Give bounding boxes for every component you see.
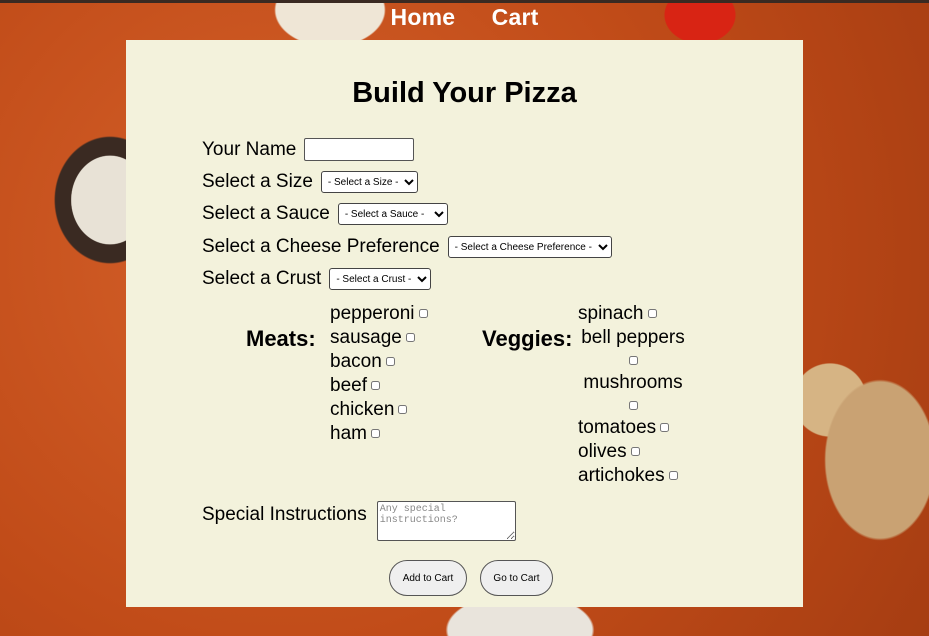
meat-label: sausage — [330, 327, 402, 348]
add-to-cart-button[interactable]: Add to Cart — [389, 560, 467, 596]
artichokes-checkbox[interactable] — [668, 471, 678, 481]
ham-checkbox[interactable] — [370, 429, 380, 439]
name-row: Your Name — [202, 138, 415, 161]
sausage-checkbox[interactable] — [405, 333, 415, 343]
size-select[interactable]: - Select a Size - — [320, 171, 418, 193]
cheese-row: Select a Cheese Preference - Select a Ch… — [202, 236, 612, 258]
cheese-label: Select a Cheese Preference — [202, 236, 440, 257]
veggies-title: Veggies: — [482, 326, 573, 351]
pizza-form-panel: Build Your Pizza Your Name Select a Size… — [126, 40, 803, 607]
veggies-list: spinach bell peppers mushrooms tomatoes … — [578, 302, 688, 488]
meats-title: Meats: — [246, 326, 316, 351]
crust-label: Select a Crust — [202, 268, 322, 289]
meat-item-chicken: chicken — [330, 398, 428, 422]
size-label: Select a Size — [202, 171, 313, 192]
bacon-checkbox[interactable] — [385, 357, 395, 367]
crust-select[interactable]: - Select a Crust - — [329, 268, 432, 290]
veggie-item-olives: olives — [578, 440, 688, 464]
pepperoni-checkbox[interactable] — [418, 309, 428, 319]
meat-item-beef: beef — [330, 374, 428, 398]
meat-label: pepperoni — [330, 303, 415, 324]
crust-row: Select a Crust - Select a Crust - — [202, 268, 432, 290]
meat-item-sausage: sausage — [330, 326, 428, 350]
bell-peppers-checkbox[interactable] — [628, 356, 638, 365]
meat-item-pepperoni: pepperoni — [330, 302, 428, 326]
meat-label: ham — [330, 423, 367, 444]
veggie-item-bell-peppers: bell peppers — [578, 326, 688, 365]
name-label: Your Name — [202, 138, 297, 160]
veggie-label: olives — [578, 441, 627, 462]
chicken-checkbox[interactable] — [398, 405, 408, 415]
veggie-label: artichokes — [578, 465, 665, 486]
meat-item-ham: ham — [330, 422, 428, 446]
special-instructions-label: Special Instructions — [202, 504, 367, 525]
sauce-label: Select a Sauce — [202, 203, 330, 224]
size-row: Select a Size - Select a Size - — [202, 171, 418, 193]
veggie-label: spinach — [578, 303, 644, 324]
veggie-item-artichokes: artichokes — [578, 464, 688, 488]
top-nav: Home Cart — [0, 4, 929, 31]
name-input[interactable] — [304, 138, 415, 161]
veggie-label: mushrooms — [583, 372, 683, 393]
sauce-row: Select a Sauce - Select a Sauce - — [202, 203, 448, 225]
veggie-item-spinach: spinach — [578, 302, 688, 326]
page-title: Build Your Pizza — [352, 77, 577, 109]
cheese-select[interactable]: - Select a Cheese Preference - — [447, 236, 612, 258]
veggie-label: bell peppers — [581, 327, 685, 348]
meat-label: bacon — [330, 351, 382, 372]
veggie-item-tomatoes: tomatoes — [578, 416, 688, 440]
go-to-cart-button[interactable]: Go to Cart — [480, 560, 553, 596]
sauce-select[interactable]: - Select a Sauce - — [337, 203, 448, 225]
mushrooms-checkbox[interactable] — [628, 401, 638, 410]
meat-label: beef — [330, 375, 367, 396]
nav-cart-link[interactable]: Cart — [492, 4, 539, 31]
veggie-item-mushrooms: mushrooms — [578, 371, 688, 410]
special-instructions-row: Special Instructions — [202, 501, 516, 541]
special-instructions-textarea[interactable] — [376, 501, 516, 541]
top-edge — [0, 0, 929, 3]
meats-list: pepperoni sausage bacon beef chicken ham — [330, 302, 428, 446]
meat-item-bacon: bacon — [330, 350, 428, 374]
nav-home-link[interactable]: Home — [391, 4, 456, 31]
olives-checkbox[interactable] — [630, 447, 640, 457]
meat-label: chicken — [330, 399, 395, 420]
beef-checkbox[interactable] — [370, 381, 380, 391]
spinach-checkbox[interactable] — [647, 309, 657, 319]
veggie-label: tomatoes — [578, 417, 657, 438]
tomatoes-checkbox[interactable] — [660, 423, 670, 433]
